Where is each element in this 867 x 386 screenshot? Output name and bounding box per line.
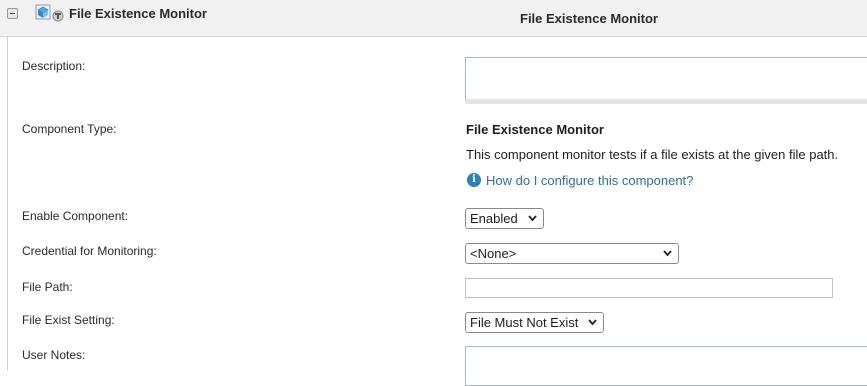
component-title: File Existence Monitor: [69, 6, 207, 21]
textarea-resize-strip: [465, 99, 867, 104]
chevron-down-icon: [588, 319, 597, 326]
enable-component-select[interactable]: Enabled: [465, 208, 544, 229]
user-notes-label: User Notes:: [22, 348, 86, 362]
chevron-down-icon: [663, 250, 672, 257]
file-path-input[interactable]: [465, 278, 833, 298]
component-type-description: This component monitor tests if a file e…: [466, 147, 839, 162]
component-type-label: Component Type:: [22, 122, 117, 136]
file-exist-setting-value: File Must Not Exist: [470, 315, 579, 330]
chevron-down-icon: [528, 215, 537, 222]
help-link[interactable]: How do I configure this component?: [486, 173, 693, 188]
component-header: File Existence Monitor File Existence Mo…: [0, 0, 867, 37]
component-type-name: File Existence Monitor: [466, 122, 604, 137]
component-monitor-icon: [35, 4, 64, 22]
panel-title: File Existence Monitor: [520, 11, 658, 26]
description-textarea[interactable]: [465, 57, 867, 100]
enable-component-value: Enabled: [470, 211, 518, 226]
credential-label: Credential for Monitoring:: [22, 244, 157, 258]
user-notes-textarea[interactable]: [465, 346, 867, 386]
file-exist-setting-label: File Exist Setting:: [22, 313, 115, 327]
enable-component-label: Enable Component:: [22, 209, 129, 223]
credential-select[interactable]: <None>: [465, 243, 679, 264]
info-icon: i: [467, 173, 481, 187]
collapse-icon[interactable]: [7, 8, 18, 19]
file-path-label: File Path:: [22, 280, 73, 294]
description-label: Description:: [22, 59, 86, 73]
file-exist-setting-select[interactable]: File Must Not Exist: [465, 312, 604, 333]
credential-value: <None>: [470, 246, 517, 261]
